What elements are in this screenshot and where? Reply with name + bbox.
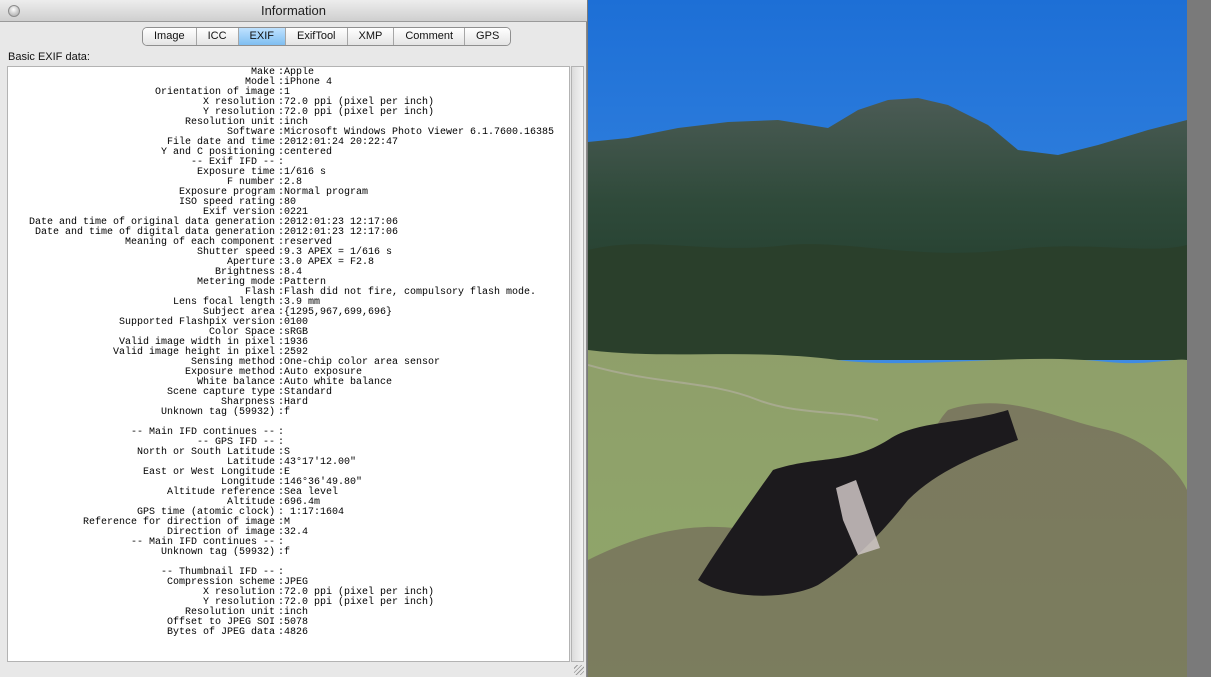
vertical-scrollbar[interactable] [571,66,584,662]
exif-value: 4826 [284,627,309,638]
exif-value: iPhone 4 [284,77,333,88]
exif-text-panel[interactable]: Make: Apple Model: iPhone 4 Orientation of i… [7,66,570,662]
landscape-image [588,0,1187,677]
exif-row [8,418,569,428]
exif-value: f [284,547,291,558]
tab-bar: Image ICC EXIF ExifTool XMP Comment GPS [142,27,512,46]
exif-row: Unknown tag (59932): f [8,407,569,418]
window-title: Information [260,3,327,18]
tab-icc[interactable]: ICC [196,28,239,45]
exif-row: Bytes of JPEG data:4826 [8,627,569,638]
forest-line [588,244,1187,360]
exif-value: Flash did not fire, compulsory flash mod… [284,287,537,298]
tab-exif[interactable]: EXIF [238,28,286,45]
section-label: Basic EXIF data: [8,51,90,63]
exif-value: 1:17:1604 [284,507,345,518]
exif-value: 43°17'12.00" [284,457,357,468]
resize-grip-icon[interactable] [574,665,584,675]
exif-row: Unknown tag (59932): f [8,547,569,558]
exif-value: 32.4 [284,527,309,538]
exif-value: centered [284,147,333,158]
tab-image[interactable]: Image [143,28,197,45]
exif-value: f [284,407,291,418]
photo-preview [588,0,1187,677]
exif-key: Unknown tag (59932) [160,547,275,558]
exif-data-list: Make: Apple Model: iPhone 4 Orientation of i… [8,68,569,638]
exif-key: Unknown tag (59932) [160,407,275,418]
exif-value: Normal program [284,187,369,198]
title-bar[interactable]: Information [0,0,587,22]
tab-xmp[interactable]: XMP [347,28,395,45]
exif-row [8,558,569,568]
tab-exiftool[interactable]: ExifTool [285,28,348,45]
information-window: Information Image ICC EXIF ExifTool XMP Comme… [0,0,587,677]
tab-gps[interactable]: GPS [465,28,511,45]
background-strip [1187,0,1211,677]
exif-row: -- Main IFD continues --: [8,428,569,438]
exif-row: Direction of image:32.4 [8,527,569,538]
tab-comment[interactable]: Comment [394,28,466,45]
exif-row: Y and C positioning: centered [8,147,569,158]
exif-key: Bytes of JPEG data [166,627,275,638]
